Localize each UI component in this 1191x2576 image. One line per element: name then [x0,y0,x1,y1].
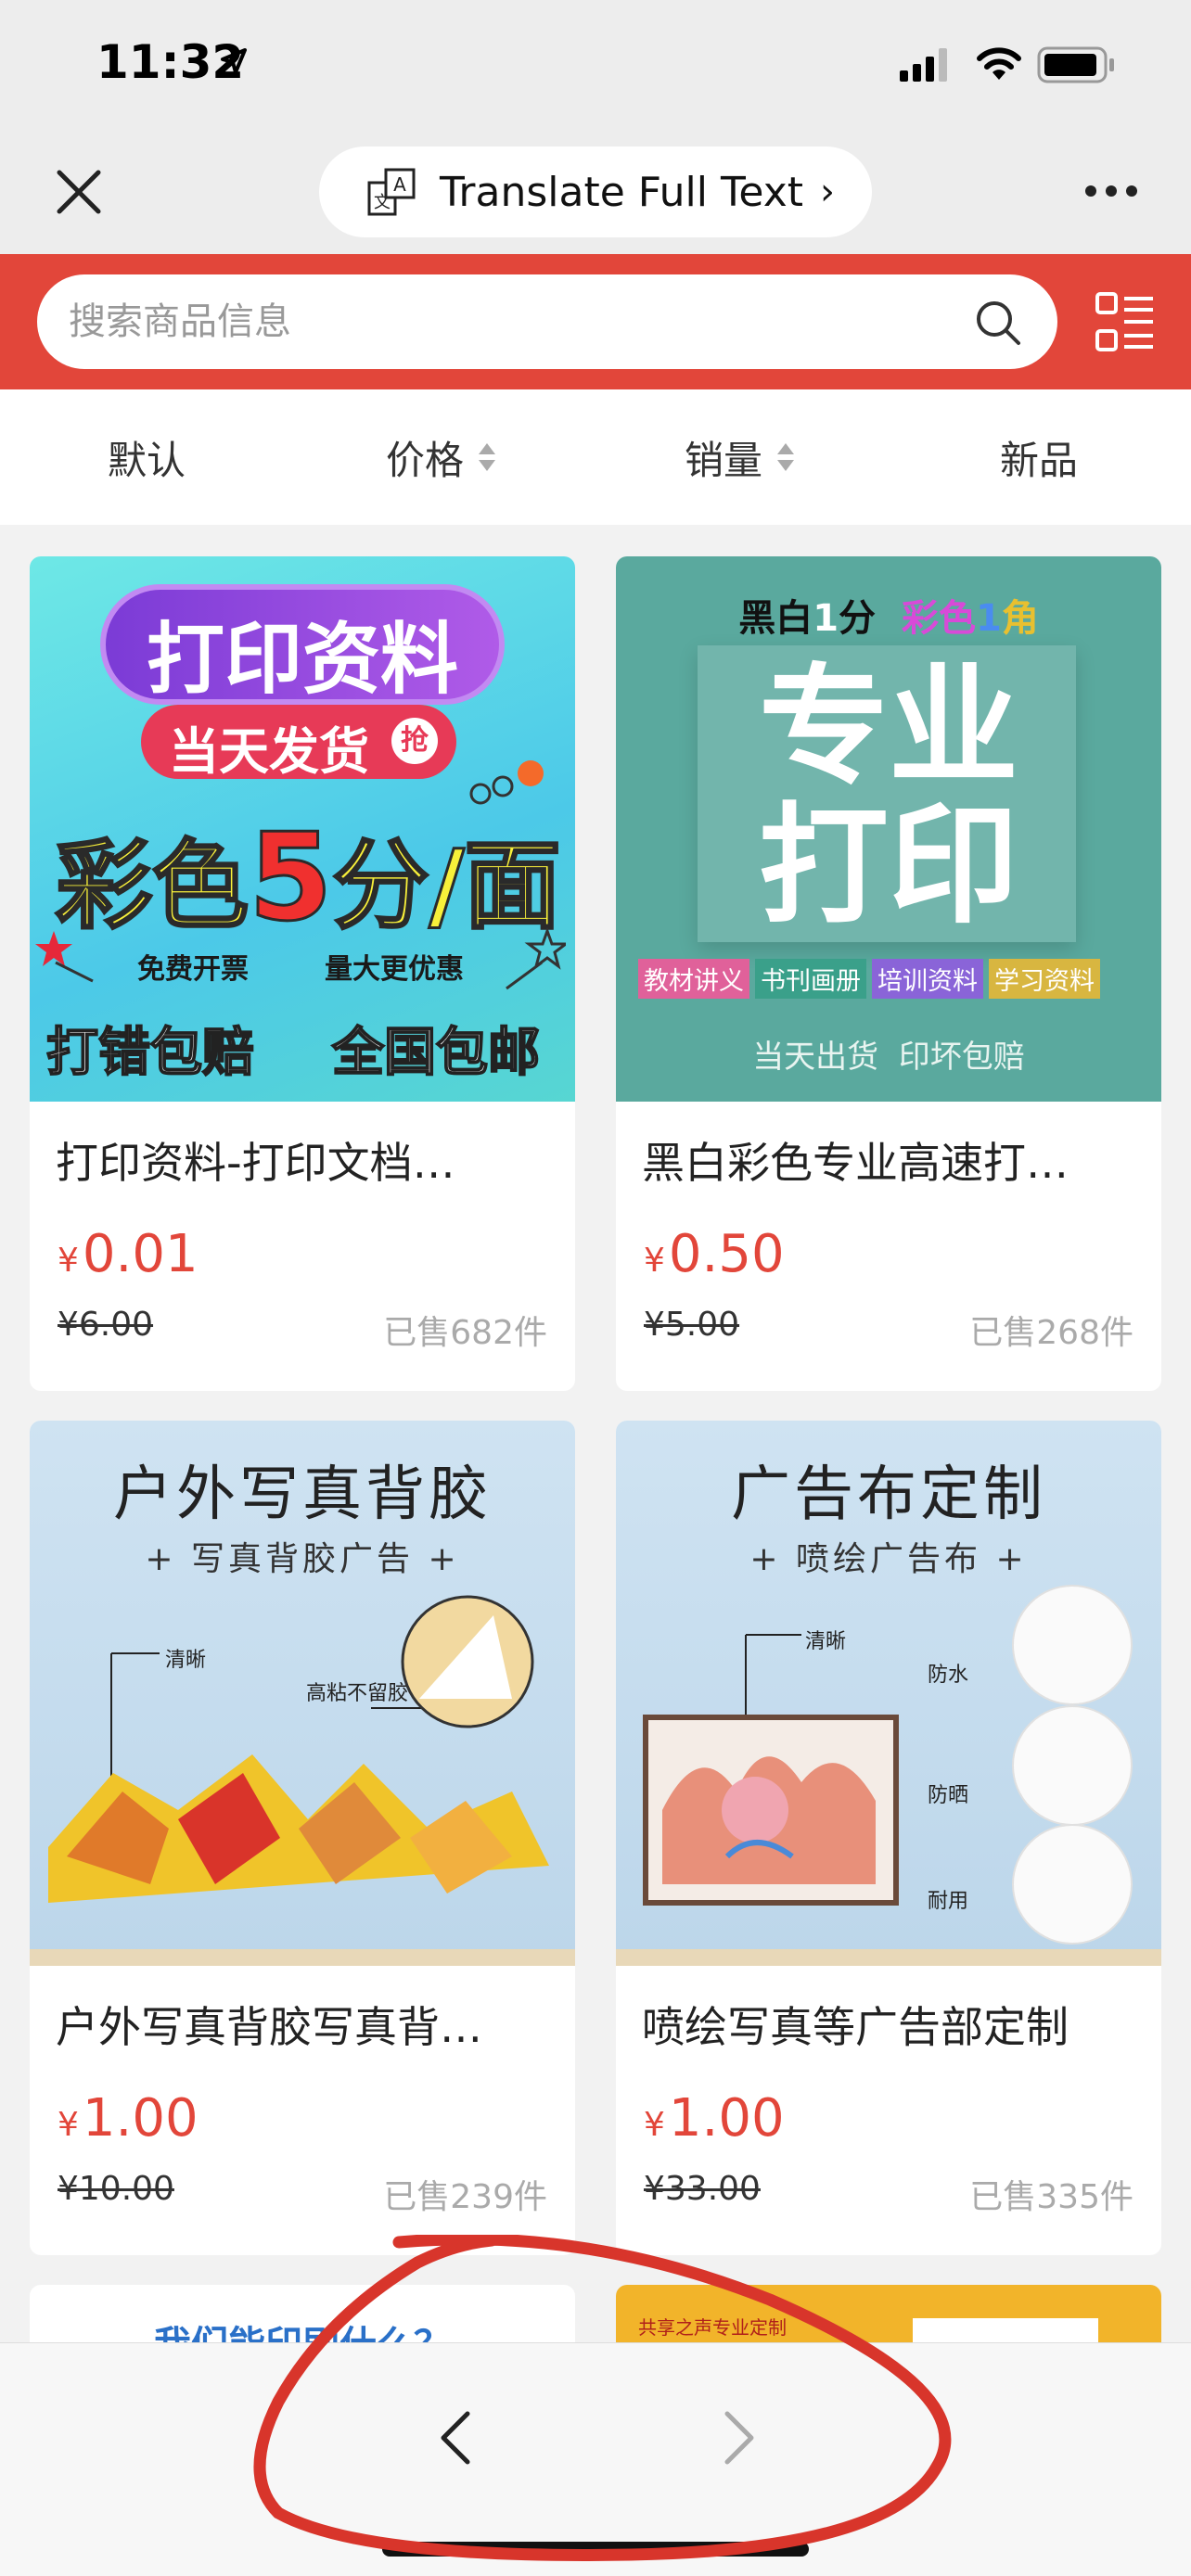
sold-count: 已售682件 [383,1314,547,1352]
image-note-invoice: 免费开票 [137,953,249,986]
image-guarantee: 打错包赔 [45,1022,255,1084]
chevron-right-icon: › [819,171,835,213]
image-bottom-line: 当天出货 印坏包赔 [752,1039,1025,1076]
product-price: ¥1.00 [58,2088,198,2149]
price-value: 1.00 [82,2088,198,2149]
forward-chevron-icon[interactable] [714,2408,762,2468]
translate-icon: A 文 [367,168,416,216]
sort-price[interactable]: 价格 [386,389,497,525]
partial-image-text: 共享之声专业定制 [638,2316,787,2339]
image-color-label: 彩色 [901,597,976,640]
image-headline-2: 打印 [758,791,1018,942]
nav-bar: A 文 Translate Full Text › [0,130,1191,254]
sort-new-label: 新品 [1000,437,1079,483]
search-box[interactable] [37,274,1057,369]
wifi-icon [977,47,1021,80]
sold-count: 已售335件 [969,2178,1133,2216]
image-tag: 学习资料 [989,959,1100,999]
image-price-suffix: 分/面 [331,828,562,944]
price-value: 1.00 [668,2088,785,2149]
home-indicator [382,2542,809,2557]
cellular-signal-icon [900,48,947,82]
product-card[interactable]: 黑白1分 彩色1角 专业 打印 教材讲义 书刊画册 培训资料 学习资料 当天出货… [616,556,1161,1391]
image-headline: 打印资料 [146,614,458,705]
original-price: ¥6.00 [58,1306,154,1344]
image-tag: 培训资料 [872,959,983,999]
sold-count: 已售268件 [969,1314,1133,1352]
status-bar: 11:32 [0,0,1191,130]
product-price: ¥0.01 [58,1224,198,1284]
bottom-toolbar [0,2342,1191,2576]
product-title[interactable]: 黑白彩色专业高速打… [642,1129,1143,1191]
sort-arrows-icon [479,443,496,471]
product-image[interactable]: 打印资料 当天发货 抢 彩色5分/面 免费开票 量大更优惠 打错包赔 全国包邮 [30,556,575,1102]
original-price: ¥5.00 [644,1306,740,1344]
product-price: ¥1.00 [644,2088,785,2149]
star-outline-icon [506,927,566,990]
sort-new[interactable]: 新品 [1000,389,1078,525]
image-color-num: 1 [975,597,1002,640]
translate-label: Translate Full Text [440,168,803,216]
image-price-prefix: 彩色 [54,828,250,944]
image-tag: 书刊画册 [755,959,866,999]
battery-icon [1037,46,1114,83]
product-card[interactable]: 打印资料 当天发货 抢 彩色5分/面 免费开票 量大更优惠 打错包赔 全国包邮 … [30,556,575,1391]
product-image[interactable]: 广告布定制 + 喷绘广告布 + 清晰 防水 防晒 耐用 [616,1421,1161,1966]
sort-bar: 默认 价格 销量 新品 [0,389,1191,525]
image-bw-unit: 分 [839,597,877,640]
product-price: ¥0.50 [644,1224,785,1284]
back-chevron-icon[interactable] [432,2408,480,2468]
grab-badge: 抢 [391,718,438,764]
sold-count: 已售239件 [383,2178,547,2216]
search-input[interactable] [69,274,941,369]
image-shipping: 全国包邮 [331,1022,541,1084]
original-price: ¥10.00 [58,2170,174,2208]
image-note-bulk: 量大更优惠 [325,953,464,986]
image-color-unit: 角 [1001,597,1039,640]
translate-full-text-button[interactable]: A 文 Translate Full Text › [319,147,872,237]
search-bar [0,254,1191,389]
poster-illustration [30,1595,575,1966]
price-value: 0.01 [82,1224,198,1284]
location-arrow-icon [221,48,247,74]
product-image[interactable]: 户外写真背胶 + 写真背胶广告 + 清晰 高粘不留胶 [30,1421,575,1966]
svg-text:A: A [393,173,406,196]
sort-sales-label: 销量 [685,437,763,483]
image-bw-num: 1 [813,597,839,640]
search-icon[interactable] [974,299,1022,347]
close-icon[interactable] [54,167,104,217]
image-tag: 教材讲义 [638,959,749,999]
image-subline: 当天发货 [169,722,369,781]
product-card[interactable]: 广告布定制 + 喷绘广告布 + 清晰 防水 防晒 耐用 喷绘写真等广告部定制 ¥… [616,1421,1161,2255]
sort-sales[interactable]: 销量 [685,389,796,525]
sort-default[interactable]: 默认 [108,389,186,525]
original-price: ¥33.00 [644,2170,761,2208]
banner-illustration [616,1585,1161,1966]
image-bw-label: 黑白 [738,597,813,640]
product-title[interactable]: 喷绘写真等广告部定制 [642,1994,1143,2055]
image-price-num: 5 [248,806,334,950]
svg-text:文: 文 [374,193,391,212]
sort-default-label: 默认 [108,437,186,483]
product-card[interactable]: 户外写真背胶 + 写真背胶广告 + 清晰 高粘不留胶 户外写真背胶写真背… ¥1… [30,1421,575,2255]
product-title[interactable]: 打印资料-打印文档… [56,1129,557,1191]
price-value: 0.50 [668,1224,785,1284]
sort-price-label: 价格 [386,437,465,483]
product-image[interactable]: 黑白1分 彩色1角 专业 打印 教材讲义 书刊画册 培训资料 学习资料 当天出货… [616,556,1161,1102]
star-icon [35,931,94,983]
category-list-icon[interactable] [1095,291,1156,352]
sort-arrows-icon [777,443,795,471]
product-title[interactable]: 户外写真背胶写真背… [56,1994,557,2055]
more-options-icon[interactable] [1083,184,1139,198]
image-headline-1: 专业 [758,652,1018,803]
